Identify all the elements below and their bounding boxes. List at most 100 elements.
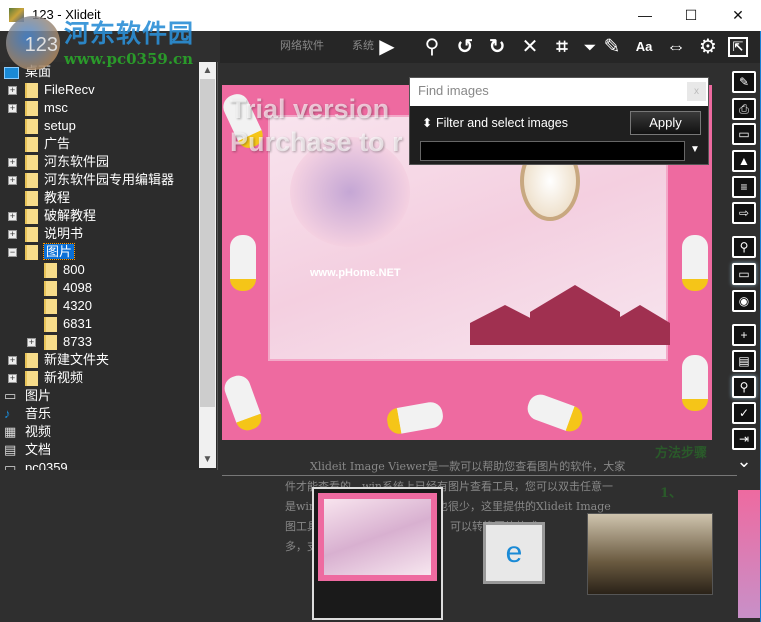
folder-export-icon[interactable]: ⇨ xyxy=(732,202,756,224)
tree-item-label: 音乐 xyxy=(25,406,52,421)
tree-item[interactable]: + FileRecv xyxy=(0,81,200,99)
minimize-button[interactable]: — xyxy=(622,0,668,31)
tree-item-library[interactable]: ▭ pc0359 xyxy=(4,459,68,470)
folder-icon xyxy=(25,101,38,117)
expand-icon[interactable]: + xyxy=(8,158,17,167)
tree-item-label: 图片 xyxy=(42,243,76,260)
search-zoom-icon[interactable]: ⚲ xyxy=(732,376,756,398)
tree-item[interactable]: +8733 xyxy=(0,333,200,351)
background-step: 1、 xyxy=(660,486,683,501)
tree-item-label: 4320 xyxy=(63,298,92,313)
camera-icon[interactable]: ◉ xyxy=(732,290,756,312)
tree-item[interactable]: + 河东软件园 xyxy=(0,153,200,171)
print-icon[interactable]: ⎙ xyxy=(732,98,756,120)
tree-scrollbar[interactable]: ▲ ▼ xyxy=(199,62,216,468)
dropdown-icon[interactable]: ⏷ xyxy=(578,35,602,59)
house xyxy=(530,285,620,345)
trial-line: Purchase to r xyxy=(230,127,403,157)
tree-item[interactable]: + 说明书 xyxy=(0,225,200,243)
tree-item-label: 800 xyxy=(63,262,85,277)
close-image-icon[interactable]: ✕ xyxy=(518,35,542,59)
printer-alt-icon[interactable]: ▭ xyxy=(732,123,756,145)
tree-item[interactable]: + msc xyxy=(0,99,200,117)
image-watermark-text: www.pHome.NET xyxy=(310,267,401,279)
expand-icon[interactable]: + xyxy=(8,356,17,365)
tree-item[interactable]: + 破解教程 xyxy=(0,207,200,225)
rotate-right-icon[interactable]: ↻ xyxy=(485,35,509,59)
dialog-close-button[interactable]: x xyxy=(687,82,706,101)
settings-icon[interactable]: ⚙ xyxy=(696,35,720,59)
dropdown-arrow-icon[interactable]: ▼ xyxy=(690,144,700,155)
tree-item-library[interactable]: ▭ 图片 xyxy=(4,387,51,405)
expand-icon[interactable]: + xyxy=(8,374,17,383)
tree-item-library[interactable]: ▤ 文档 xyxy=(4,441,51,459)
zoom-photo-icon[interactable]: ⚲ xyxy=(732,236,756,258)
expand-icon[interactable]: + xyxy=(8,104,17,113)
popsicle xyxy=(221,372,265,434)
rotate-left-icon[interactable]: ↺ xyxy=(453,35,477,59)
tree-item[interactable]: 广告 xyxy=(0,135,200,153)
popsicle xyxy=(385,400,445,436)
desktop-icon xyxy=(4,66,19,79)
tree-item[interactable]: 4320 xyxy=(0,297,200,315)
thumbnail-document-icon[interactable]: e xyxy=(483,522,545,584)
expand-icon[interactable]: + xyxy=(8,86,17,95)
play-icon[interactable]: ▶ xyxy=(375,35,399,59)
background-text: Xlideit Image Viewer是一款可以帮助您查看图片的软件，大家 xyxy=(310,460,626,473)
thumbnail-photo[interactable] xyxy=(587,513,713,595)
scroll-up-icon[interactable]: ▲ xyxy=(199,62,216,79)
tree-item[interactable]: + 新视频 xyxy=(0,369,200,387)
font-size-icon[interactable]: Aa xyxy=(632,35,656,59)
popsicle xyxy=(682,355,708,411)
close-button[interactable]: ✕ xyxy=(715,0,761,31)
maximize-button[interactable]: ☐ xyxy=(668,0,714,31)
filter-label[interactable]: ⬍ Filter and select images xyxy=(422,115,568,130)
filter-input[interactable] xyxy=(420,141,685,161)
checkbox-icon[interactable]: ✓ xyxy=(732,402,756,424)
tree-item[interactable]: 4098 xyxy=(0,279,200,297)
thumbnail-partial[interactable] xyxy=(738,490,761,618)
search-icon[interactable]: ⚲ xyxy=(420,35,444,59)
tree-item-label: 广告 xyxy=(44,136,71,151)
edit-icon[interactable]: ✎ xyxy=(600,35,624,59)
tree-item[interactable]: 800 xyxy=(0,261,200,279)
expand-icon[interactable]: + xyxy=(8,212,17,221)
exit-icon[interactable]: ⇥ xyxy=(732,428,756,450)
tree-item-library[interactable]: ♪ 音乐 xyxy=(4,405,51,423)
list-icon[interactable]: ≡ xyxy=(732,176,756,198)
apply-button[interactable]: Apply xyxy=(630,111,701,135)
scroll-down-icon[interactable]: ▼ xyxy=(199,451,216,468)
folder-add-icon[interactable]: + xyxy=(732,324,756,346)
trial-watermark: Trial version Purchase to r xyxy=(230,93,403,159)
expand-icon[interactable]: + xyxy=(8,230,17,239)
tree-item-label: 河东软件园专用编辑器 xyxy=(44,172,175,187)
expand-icon[interactable]: + xyxy=(27,338,36,347)
tree-item-label: 文档 xyxy=(25,442,52,457)
background-tab: 网络软件 xyxy=(280,40,324,52)
popsicle xyxy=(524,391,586,435)
folder-icon xyxy=(25,371,38,387)
tree-item[interactable]: + 新建文件夹 xyxy=(0,351,200,369)
folder-icon: ▭ xyxy=(4,460,17,470)
collapse-icon[interactable]: − xyxy=(8,248,17,257)
expand-icon[interactable]: + xyxy=(8,176,17,185)
tree-item[interactable]: + 河东软件园专用编辑器 xyxy=(0,171,200,189)
fullscreen-icon[interactable]: ⇱ xyxy=(728,37,748,57)
tree-item[interactable]: − 图片 xyxy=(0,243,200,261)
crop-icon[interactable]: ⌗ xyxy=(550,35,574,59)
tree-item[interactable]: setup xyxy=(0,117,200,135)
scroll-thumb[interactable] xyxy=(200,79,215,407)
dialog-title: Find images xyxy=(418,83,489,98)
image-icon[interactable]: ▲ xyxy=(732,150,756,172)
tree-item[interactable]: 6831 xyxy=(0,315,200,333)
clipboard-add-icon[interactable]: ▤ xyxy=(732,350,756,372)
edit-note-icon[interactable]: ✎ xyxy=(732,71,756,93)
folder-icon[interactable]: ▭ xyxy=(732,263,756,285)
tree-item-library[interactable]: ▦ 视频 xyxy=(4,423,51,441)
chevron-down-icon[interactable]: ⌄ xyxy=(732,452,756,474)
fit-icon[interactable]: ⇔ xyxy=(664,35,688,59)
thumbnail-selected[interactable] xyxy=(312,487,443,620)
folder-icon xyxy=(25,191,38,207)
tree-item[interactable]: 教程 xyxy=(0,189,200,207)
tree-item-label: setup xyxy=(44,118,76,133)
